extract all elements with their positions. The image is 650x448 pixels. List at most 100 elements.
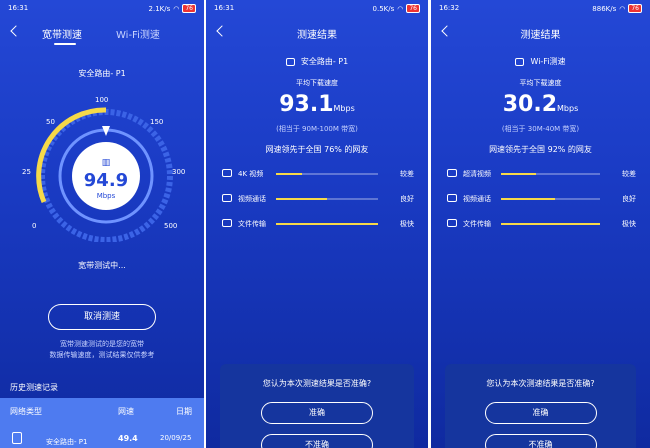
metric-row: 文件传输 极快: [447, 218, 636, 230]
broadband-test-screen: 16:31 2.1K/s ◠ 76 宽带测速 Wi-Fi测速 安全路由- P1 …: [0, 0, 204, 448]
avg-label: 平均下载速度: [519, 79, 562, 87]
status-bar: 16:31 2.1K/s ◠ 76: [0, 4, 204, 16]
tab-broadband[interactable]: 宽带测速: [42, 26, 82, 41]
metric-track: [276, 173, 378, 175]
tick-label: 500: [164, 222, 178, 230]
history-row-name[interactable]: 安全路由- P1: [46, 437, 87, 447]
tab-wifi[interactable]: Wi-Fi测速: [116, 26, 160, 41]
metric-track: [501, 223, 600, 225]
folder-icon: [447, 219, 457, 227]
history-title: 历史测速记录: [10, 383, 58, 392]
metric-row: 超清视频 较差: [447, 168, 636, 180]
metric-track: [276, 223, 378, 225]
metric-label: 文件传输: [463, 220, 491, 228]
gauge-value: 94.9: [83, 170, 129, 191]
tick-label: 300: [172, 168, 186, 176]
tv-icon: [222, 169, 232, 177]
metric-fill: [501, 198, 556, 200]
feedback-question: 您认为本次测速结果是否准确?: [262, 379, 372, 388]
metric-fill: [501, 173, 536, 175]
metric-fill: [276, 173, 302, 175]
battery-icon: 76: [628, 4, 642, 13]
accurate-button[interactable]: 准确: [484, 402, 597, 424]
cancel-test-button[interactable]: 取消测速: [48, 304, 156, 330]
video-call-icon: [222, 194, 232, 202]
metric-label: 视频通话: [463, 195, 491, 203]
metric-fill: [276, 198, 327, 200]
back-button[interactable]: [10, 25, 22, 37]
status-time: 16:32: [439, 4, 460, 12]
bandwidth-equivalent: (相当于 90M-100M 带宽): [276, 125, 358, 133]
metric-label: 文件传输: [238, 220, 266, 228]
note-line-1: 宽带测速测试的是您的宽带: [60, 340, 144, 348]
lead-text: 网速领先于全国 92% 的网友: [489, 145, 592, 154]
result-screen-wifi: 16:32 886K/s ◠ 76 测速结果 Wi-Fi测速 平均下载速度 30…: [431, 0, 650, 448]
tick-label: 50: [46, 118, 55, 126]
tv-icon: [447, 169, 457, 177]
wifi-icon: ◠: [173, 4, 180, 13]
metric-track: [501, 173, 600, 175]
device-name: 安全路由- P1: [300, 57, 349, 66]
active-tab-indicator: [54, 43, 76, 45]
metric-row: 视频通话 良好: [447, 193, 636, 205]
status-bar: 16:32 886K/s ◠ 76: [431, 4, 650, 16]
metric-label: 4K 视频: [238, 170, 264, 178]
video-call-icon: [447, 194, 457, 202]
inaccurate-button[interactable]: 不准确: [261, 434, 373, 448]
col-date: 日期: [176, 407, 192, 416]
router-icon: ▥: [101, 158, 111, 168]
col-network-type: 网络类型: [10, 407, 42, 416]
accurate-button[interactable]: 准确: [261, 402, 373, 424]
metric-fill: [276, 223, 378, 225]
net-speed: 886K/s: [592, 4, 617, 13]
metric-grade: 良好: [400, 195, 414, 203]
speed-value: 93.1: [279, 92, 334, 117]
metric-label: 视频通话: [238, 195, 266, 203]
page-title: 测速结果: [297, 30, 337, 41]
metric-grade: 极快: [400, 220, 414, 228]
col-speed: 网速: [118, 407, 134, 416]
tick-label: 25: [22, 168, 31, 176]
page-title: 测速结果: [520, 30, 561, 41]
status-time: 16:31: [214, 4, 235, 12]
speed-unit: Mbps: [557, 104, 579, 113]
feedback-question: 您认为本次测速结果是否准确?: [486, 379, 595, 388]
gauge-unit: Mbps: [96, 192, 116, 200]
metric-label: 超清视频: [463, 170, 491, 178]
speed-gauge: ▥ 94.9 Mbps 0 25 50 100 150 300 500: [22, 92, 190, 243]
speed-unit: Mbps: [333, 104, 355, 113]
status-time: 16:31: [8, 4, 29, 12]
device-name: Wi-Fi测速: [530, 57, 566, 66]
metric-track: [501, 198, 600, 200]
metric-row: 文件传输 极快: [222, 218, 414, 230]
feedback-card: 您认为本次测速结果是否准确? 准确 不准确: [220, 364, 414, 448]
metric-grade: 极快: [622, 220, 636, 228]
battery-icon: 76: [182, 4, 196, 13]
wifi-icon: ◠: [397, 4, 404, 13]
progress-text: 宽带测试中...: [78, 261, 126, 270]
lead-text: 网速领先于全国 76% 的网友: [265, 145, 369, 154]
speed-value: 30.2: [502, 92, 558, 117]
battery-icon: 76: [406, 4, 420, 13]
result-screen-broadband: 16:31 0.5K/s ◠ 76 测速结果 安全路由- P1 平均下载速度 9…: [206, 0, 428, 448]
folder-icon: [222, 219, 232, 227]
avg-label: 平均下载速度: [296, 79, 338, 87]
history-row-date: 20/09/25: [160, 434, 192, 442]
tick-label: 150: [150, 118, 164, 126]
bandwidth-equivalent: (相当于 30M-40M 带宽): [501, 125, 580, 133]
net-speed: 2.1K/s: [148, 4, 171, 13]
wifi-icon: [515, 57, 525, 66]
router-icon: [285, 57, 295, 66]
metric-grade: 较差: [400, 170, 414, 178]
wifi-icon: ◠: [619, 4, 626, 13]
metric-row: 4K 视频 较差: [222, 168, 414, 180]
metric-fill: [501, 223, 600, 225]
metric-grade: 良好: [622, 195, 636, 203]
feedback-card: 您认为本次测速结果是否准确? 准确 不准确: [445, 364, 636, 448]
inaccurate-button[interactable]: 不准确: [484, 434, 597, 448]
metric-track: [276, 198, 378, 200]
tick-label: 0: [32, 222, 37, 230]
status-bar: 16:31 0.5K/s ◠ 76: [206, 4, 428, 16]
tick-label: 100: [95, 96, 109, 104]
router-icon: [12, 432, 22, 444]
